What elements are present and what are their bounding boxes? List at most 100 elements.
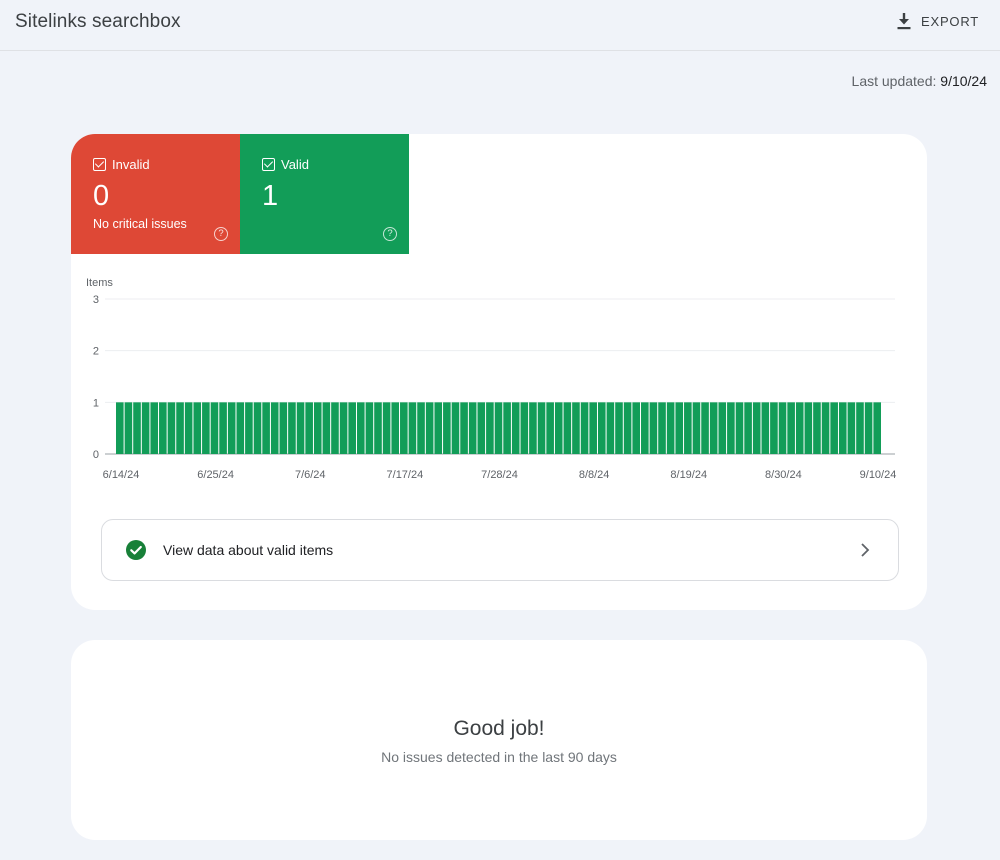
bar: [176, 402, 184, 454]
bar: [322, 402, 331, 454]
bar: [727, 402, 735, 454]
bar: [184, 402, 193, 454]
invalid-checkbox-icon[interactable]: [93, 158, 106, 171]
bar: [253, 402, 262, 454]
help-icon[interactable]: ?: [214, 227, 228, 241]
bar: [245, 402, 253, 454]
bar: [778, 402, 787, 454]
bar: [270, 402, 279, 454]
x-tick-label: 8/30/24: [765, 469, 802, 481]
invalid-count: 0: [93, 180, 110, 212]
help-icon[interactable]: ?: [383, 227, 397, 241]
bar: [296, 402, 305, 454]
bar: [684, 402, 692, 454]
bar: [150, 402, 159, 454]
bar: [460, 402, 468, 454]
x-tick-label: 7/28/24: [481, 469, 518, 481]
bar: [735, 402, 744, 454]
page-title: Sitelinks searchbox: [15, 11, 181, 32]
x-tick-label: 6/14/24: [103, 469, 140, 481]
top-bar: Sitelinks searchbox EXPORT: [0, 0, 1000, 51]
bar: [847, 402, 856, 454]
bar: [262, 402, 270, 454]
last-updated: Last updated: 9/10/24: [852, 73, 987, 89]
bar: [408, 402, 417, 454]
invalid-tile-header: Invalid: [93, 157, 150, 172]
good-job-title: Good job!: [453, 717, 545, 740]
bar: [701, 402, 709, 454]
bar: [116, 402, 124, 454]
bar: [546, 402, 554, 454]
bar: [597, 402, 606, 454]
bar: [804, 402, 813, 454]
bar: [443, 402, 451, 454]
bar: [425, 402, 434, 454]
bar: [675, 402, 684, 454]
bar: [451, 402, 460, 454]
bar: [873, 402, 881, 454]
bar: [537, 402, 546, 454]
bar: [830, 402, 838, 454]
bar: [761, 402, 770, 454]
bar: [589, 402, 597, 454]
bar: [718, 402, 727, 454]
bar: [236, 402, 245, 454]
x-tick-label: 6/25/24: [197, 469, 234, 481]
invalid-label: Invalid: [112, 157, 150, 172]
bar: [227, 402, 236, 454]
bar: [141, 402, 150, 454]
bar: [417, 402, 425, 454]
bar: [503, 402, 511, 454]
bar: [331, 402, 339, 454]
export-button[interactable]: EXPORT: [896, 8, 992, 34]
bar: [382, 402, 391, 454]
bar: [658, 402, 666, 454]
y-tick-label: 1: [93, 397, 99, 409]
export-label: EXPORT: [921, 13, 980, 29]
view-valid-items-link[interactable]: View data about valid items: [101, 519, 899, 581]
y-tick-label: 2: [93, 346, 99, 358]
bar: [520, 402, 529, 454]
bar: [821, 402, 830, 454]
bar: [339, 402, 348, 454]
x-tick-label: 8/19/24: [670, 469, 707, 481]
invalid-tile[interactable]: Invalid 0 No critical issues ?: [71, 134, 240, 254]
bar: [124, 402, 133, 454]
download-icon: [896, 12, 912, 30]
check-circle-icon: [126, 540, 146, 560]
valid-tile-header: Valid: [262, 157, 309, 172]
bar: [606, 402, 615, 454]
bar: [400, 402, 408, 454]
bar: [511, 402, 520, 454]
bar: [770, 402, 778, 454]
valid-tile[interactable]: Valid 1 ?: [240, 134, 409, 254]
issues-card: Good job! No issues detected in the last…: [71, 640, 927, 840]
bar: [795, 402, 804, 454]
bar: [580, 402, 589, 454]
status-card: Invalid 0 No critical issues ? Valid 1 ?…: [71, 134, 927, 610]
items-chart-svg: Items 0 1 2 3 6/14/24 6/25/24 7/6/24 7/17/24 7/28…: [86, 277, 896, 481]
y-axis-label: Items: [86, 277, 113, 289]
bar: [563, 402, 572, 454]
x-tick-label: 8/8/24: [579, 469, 610, 481]
bar: [692, 402, 701, 454]
view-valid-items-label: View data about valid items: [163, 542, 334, 558]
bar: [348, 402, 356, 454]
last-updated-label: Last updated:: [851, 73, 937, 89]
bar: [365, 402, 374, 454]
bar: [752, 402, 761, 454]
bar: [572, 402, 580, 454]
valid-checkbox-icon[interactable]: [262, 158, 275, 171]
bar: [856, 402, 864, 454]
bar: [744, 402, 752, 454]
invalid-subtext: No critical issues: [93, 217, 187, 231]
bar: [632, 402, 641, 454]
good-job-subtitle: No issues detected in the last 90 days: [381, 749, 617, 765]
bar: [288, 402, 296, 454]
bar: [529, 402, 537, 454]
bar: [554, 402, 563, 454]
bar: [813, 402, 821, 454]
bar: [615, 402, 623, 454]
bar: [477, 402, 486, 454]
bar: [494, 402, 503, 454]
